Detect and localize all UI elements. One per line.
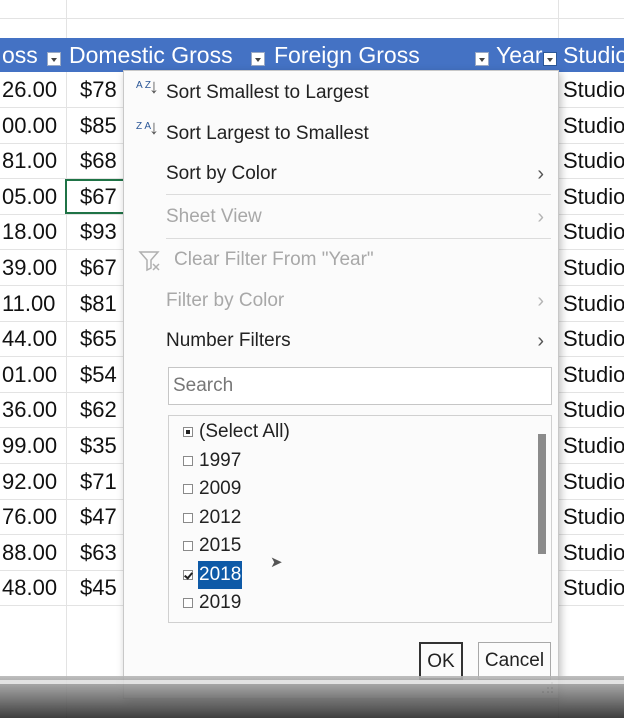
filter-value-label: (Select All) bbox=[199, 421, 290, 442]
search-input[interactable]: Search bbox=[168, 367, 552, 405]
filter-dropdown-icon[interactable] bbox=[251, 52, 265, 66]
checkbox[interactable] bbox=[183, 512, 193, 523]
domestic-gross-cell[interactable]: $62 bbox=[80, 392, 125, 428]
studio-cell[interactable]: Studio bbox=[563, 499, 624, 535]
sheet-view-item: Sheet View › bbox=[124, 198, 558, 236]
gross-cell[interactable]: 92.00 bbox=[2, 464, 64, 500]
table-header-row: oss Domestic Gross Foreign Gross Year St… bbox=[0, 38, 624, 72]
studio-cell[interactable]: Studio bbox=[563, 286, 624, 322]
row-divider bbox=[0, 18, 624, 19]
filter-dropdown-icon[interactable] bbox=[47, 52, 61, 66]
domestic-gross-cell[interactable]: $85 bbox=[80, 108, 125, 144]
chevron-right-icon: › bbox=[537, 290, 544, 312]
studio-cell[interactable]: Studio bbox=[563, 108, 624, 144]
studio-cell[interactable]: Studio bbox=[563, 214, 624, 250]
filter-active-icon[interactable] bbox=[543, 52, 557, 66]
studio-cell[interactable]: Studio bbox=[563, 179, 624, 215]
gross-cell[interactable]: 99.00 bbox=[2, 428, 64, 464]
gross-cell[interactable]: 26.00 bbox=[2, 72, 64, 108]
scrollbar-thumb[interactable] bbox=[538, 434, 546, 554]
domestic-gross-cell[interactable]: $35 bbox=[80, 428, 125, 464]
sort-descending-item[interactable]: Z A ↓ Sort Largest to Smallest bbox=[124, 115, 558, 153]
gross-cell[interactable]: 00.00 bbox=[2, 108, 64, 144]
studio-cell[interactable]: Studio bbox=[563, 464, 624, 500]
gross-cell[interactable]: 48.00 bbox=[2, 570, 64, 606]
autofilter-dropdown: A Z ↓ Sort Smallest to Largest Z A ↓ Sor… bbox=[123, 70, 559, 699]
domestic-gross-cell[interactable]: $54 bbox=[80, 357, 125, 393]
domestic-gross-cell[interactable]: $78 bbox=[80, 72, 125, 108]
ok-button[interactable]: OK bbox=[419, 642, 463, 680]
domestic-gross-cell[interactable]: $45 bbox=[80, 570, 125, 606]
video-overlay-bar bbox=[0, 676, 624, 718]
studio-cell[interactable]: Studio bbox=[563, 428, 624, 464]
gross-cell[interactable]: 44.00 bbox=[2, 321, 64, 357]
cancel-button[interactable]: Cancel bbox=[478, 642, 551, 680]
menu-separator bbox=[166, 194, 551, 195]
filter-value-label: 2012 bbox=[199, 506, 242, 528]
gross-cell[interactable]: 76.00 bbox=[2, 499, 64, 535]
header-gross[interactable]: oss bbox=[0, 38, 64, 72]
clear-filter-icon bbox=[138, 251, 160, 272]
filter-value-label: 1997 bbox=[199, 449, 242, 471]
gross-cell[interactable]: 39.00 bbox=[2, 250, 64, 286]
gross-cell[interactable]: 81.00 bbox=[2, 143, 64, 179]
number-filters-item[interactable]: Number Filters › bbox=[124, 322, 558, 360]
sort-ascending-icon: A Z ↓ bbox=[136, 76, 159, 98]
checkbox[interactable] bbox=[183, 484, 193, 494]
domestic-gross-cell[interactable]: $47 bbox=[80, 499, 125, 535]
sort-by-color-item[interactable]: Sort by Color › bbox=[124, 155, 558, 193]
gross-cell[interactable]: 11.00 bbox=[2, 286, 64, 322]
domestic-gross-cell[interactable]: $67 bbox=[80, 250, 125, 286]
filter-value-label: 2009 bbox=[199, 478, 242, 499]
header-studio[interactable]: Studio bbox=[561, 38, 624, 72]
active-cell-border bbox=[65, 178, 125, 215]
gross-cell[interactable]: 05.00 bbox=[2, 179, 64, 215]
domestic-gross-cell[interactable]: $93 bbox=[80, 214, 125, 250]
header-domestic-gross[interactable]: Domestic Gross bbox=[67, 38, 272, 72]
domestic-gross-cell[interactable]: $63 bbox=[80, 535, 125, 571]
studio-cell[interactable]: Studio bbox=[563, 535, 624, 571]
studio-cell[interactable]: Studio bbox=[563, 250, 624, 286]
checkbox[interactable] bbox=[183, 427, 193, 437]
gross-cell[interactable]: 36.00 bbox=[2, 392, 64, 428]
checkbox[interactable] bbox=[183, 541, 193, 551]
checkbox[interactable] bbox=[183, 455, 193, 466]
domestic-gross-cell[interactable]: $81 bbox=[80, 286, 125, 322]
studio-cell[interactable]: Studio bbox=[563, 570, 624, 606]
gross-cell[interactable]: 18.00 bbox=[2, 214, 64, 250]
chevron-right-icon: › bbox=[537, 330, 544, 352]
gross-cell[interactable]: 88.00 bbox=[2, 535, 64, 571]
domestic-gross-cell[interactable]: $65 bbox=[80, 321, 125, 357]
chevron-right-icon: › bbox=[537, 206, 544, 228]
studio-cell[interactable]: Studio bbox=[563, 72, 624, 108]
clear-filter-item: Clear Filter From "Year" bbox=[124, 241, 558, 279]
domestic-gross-cell[interactable]: $71 bbox=[80, 464, 125, 500]
header-year[interactable]: Year bbox=[494, 38, 560, 72]
sort-ascending-item[interactable]: A Z ↓ Sort Smallest to Largest bbox=[124, 74, 558, 112]
studio-cell[interactable]: Studio bbox=[563, 143, 624, 179]
studio-cell[interactable]: Studio bbox=[563, 392, 624, 428]
chevron-right-icon: › bbox=[537, 163, 544, 185]
studio-cell[interactable]: Studio bbox=[563, 357, 624, 393]
filter-by-color-item: Filter by Color › bbox=[124, 282, 558, 320]
domestic-gross-cell[interactable]: $68 bbox=[80, 143, 125, 179]
checkbox[interactable] bbox=[183, 569, 193, 580]
mouse-pointer-icon: ➤ bbox=[270, 554, 283, 571]
filter-value-label: 2019 bbox=[199, 592, 242, 613]
studio-cell[interactable]: Studio bbox=[563, 321, 624, 357]
checkbox[interactable] bbox=[183, 598, 193, 608]
gross-cell[interactable]: 01.00 bbox=[2, 357, 64, 393]
filter-value-label: 2015 bbox=[199, 535, 242, 556]
video-progress-bar bbox=[0, 680, 624, 684]
sort-descending-icon: Z A ↓ bbox=[136, 117, 159, 139]
filter-values-list[interactable]: (Select All) 1997 2009 2012 2015 2018 2019 bbox=[168, 415, 552, 623]
menu-separator bbox=[166, 238, 551, 239]
filter-dropdown-icon[interactable] bbox=[475, 52, 489, 66]
header-foreign-gross[interactable]: Foreign Gross bbox=[272, 38, 494, 72]
filter-value-label: 2018 bbox=[198, 560, 243, 589]
